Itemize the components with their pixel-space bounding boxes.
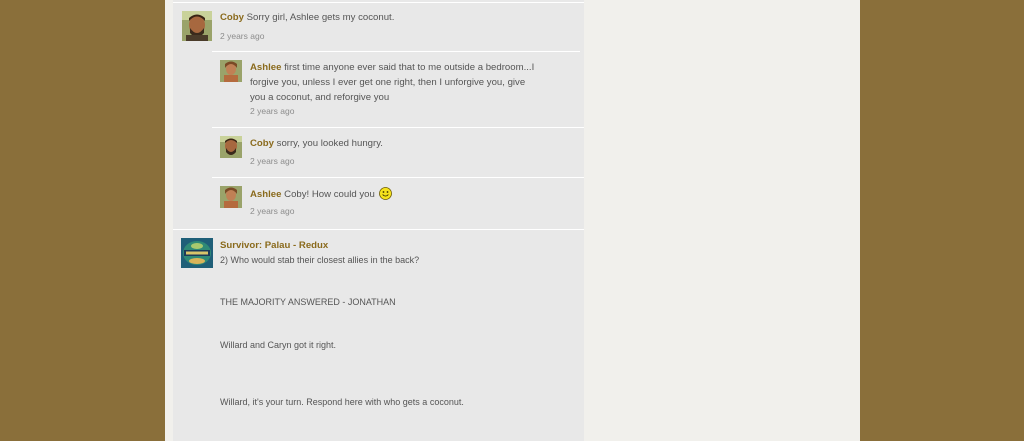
author-link[interactable]: Ashlee xyxy=(250,62,281,73)
timestamp: 2 years ago xyxy=(250,206,295,216)
smiley-icon xyxy=(379,187,393,205)
author-link[interactable]: Survivor: Palau - Redux xyxy=(220,240,328,251)
comment-text: Ashlee Coby! How could you xyxy=(250,187,550,205)
timestamp: 2 years ago xyxy=(250,106,295,116)
post-instruction: Willard, it's your turn. Respond here wi… xyxy=(220,397,464,407)
divider xyxy=(212,177,584,178)
ashlee-avatar-icon[interactable] xyxy=(220,186,242,208)
divider xyxy=(212,51,580,52)
comment-body: sorry, you looked hungry. xyxy=(276,138,383,149)
comment-text: Coby sorry, you looked hungry. xyxy=(250,136,550,151)
author-link[interactable]: Ashlee xyxy=(250,189,281,200)
survivor-palau-logo[interactable] xyxy=(181,238,213,268)
post-author: Survivor: Palau - Redux xyxy=(220,238,520,253)
post-result: Willard and Caryn got it right. xyxy=(220,340,337,350)
comment-text: Coby Sorry girl, Ashlee gets my coconut. xyxy=(220,10,520,25)
timestamp: 2 years ago xyxy=(250,156,295,166)
divider xyxy=(212,127,584,128)
ashlee-avatar-icon[interactable] xyxy=(220,60,242,82)
coby-avatar-icon[interactable] xyxy=(220,136,242,158)
post-question: 2) Who would stab their closest allies i… xyxy=(220,255,420,265)
comment-body: Coby! How could you xyxy=(284,189,375,200)
timestamp: 2 years ago xyxy=(220,31,265,41)
author-link[interactable]: Coby xyxy=(250,138,274,149)
post-answer: THE MAJORITY ANSWERED - JONATHAN xyxy=(220,297,396,307)
author-link[interactable]: Coby xyxy=(220,12,244,23)
coby-avatar-icon[interactable] xyxy=(182,11,212,41)
divider xyxy=(173,229,584,230)
comment-body: Sorry girl, Ashlee gets my coconut. xyxy=(246,12,395,23)
divider xyxy=(173,2,584,3)
comment-body: first time anyone ever said that to me o… xyxy=(250,62,535,103)
comment-text: Ashlee first time anyone ever said that … xyxy=(250,60,542,105)
